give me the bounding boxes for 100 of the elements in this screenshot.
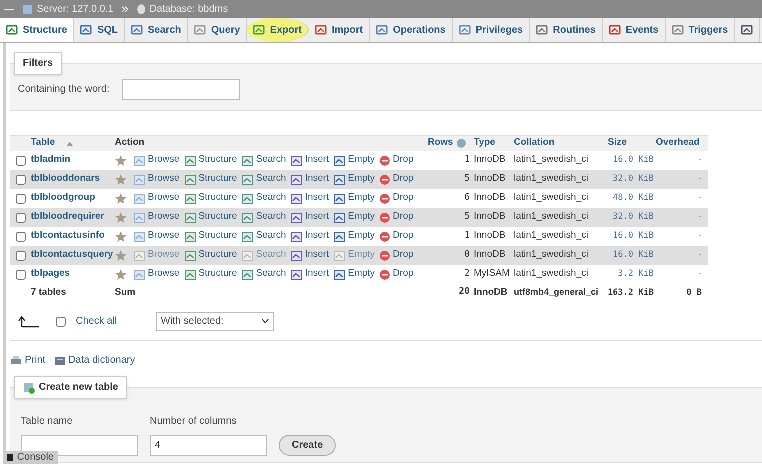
- action-link[interactable]: Structure: [184, 267, 238, 282]
- action-link[interactable]: Insert: [291, 191, 330, 206]
- action-link[interactable]: Browse: [134, 172, 180, 187]
- row-checkbox[interactable]: [16, 270, 26, 280]
- filter-input[interactable]: [122, 78, 240, 100]
- action-link[interactable]: Search: [242, 191, 286, 206]
- action-link[interactable]: Insert: [291, 210, 330, 225]
- action-link[interactable]: Drop: [380, 153, 414, 168]
- check-all-link[interactable]: Check all: [76, 316, 118, 327]
- action-link[interactable]: Empty: [334, 210, 376, 225]
- footer-link[interactable]: Print: [10, 352, 46, 368]
- row-checkbox[interactable]: [16, 156, 26, 166]
- tab[interactable]: Privileges: [452, 18, 530, 42]
- star-icon[interactable]: [115, 192, 127, 204]
- action-link[interactable]: Drop: [380, 267, 414, 282]
- action-link[interactable]: Browse: [134, 210, 180, 225]
- empty-icon: [334, 250, 346, 260]
- action-link[interactable]: Insert: [291, 172, 330, 187]
- action-link[interactable]: Structure: [184, 172, 238, 187]
- column-header[interactable]: Type: [474, 136, 514, 151]
- tab[interactable]: Triggers: [666, 18, 736, 42]
- action-link[interactable]: Insert: [291, 248, 330, 263]
- tab[interactable]: Routines: [530, 18, 603, 42]
- table-name-link[interactable]: tblcontactusinfo: [31, 230, 105, 242]
- tab[interactable]: Import: [308, 18, 370, 42]
- row-checkbox[interactable]: [16, 174, 26, 184]
- action-link[interactable]: Structure: [184, 248, 238, 263]
- table-cell-text: 1: [464, 230, 470, 243]
- action-link[interactable]: Search: [242, 153, 286, 168]
- action-link[interactable]: Search: [242, 267, 286, 282]
- search-icon: [242, 156, 254, 166]
- action-link[interactable]: Insert: [291, 229, 330, 244]
- action-link[interactable]: Insert: [291, 267, 330, 282]
- check-all-checkbox[interactable]: [56, 316, 66, 326]
- column-header[interactable]: Size: [608, 136, 656, 151]
- tab[interactable]: Query: [188, 18, 248, 42]
- star-icon[interactable]: [115, 154, 127, 166]
- action-link[interactable]: Drop: [380, 210, 414, 225]
- action-link[interactable]: Empty: [334, 229, 376, 244]
- tab[interactable]: Structure: [0, 18, 74, 42]
- row-checkbox[interactable]: [16, 212, 26, 222]
- action-link[interactable]: Drop: [380, 172, 414, 187]
- action-link[interactable]: Search: [242, 172, 286, 187]
- star-icon[interactable]: [115, 268, 127, 280]
- browse-icon: [134, 250, 145, 260]
- browse-icon: [134, 174, 145, 184]
- action-link[interactable]: Drop: [380, 248, 414, 263]
- column-header[interactable]: Collation: [514, 136, 608, 151]
- structure-icon: [184, 174, 196, 184]
- create-button[interactable]: Create: [279, 435, 336, 456]
- row-checkbox[interactable]: [16, 250, 26, 260]
- table-cell: latin1_swedish_ci: [514, 154, 588, 166]
- table-cell-text: 6: [464, 192, 470, 205]
- table-name-link[interactable]: tblpages: [31, 268, 70, 280]
- action-link[interactable]: Empty: [334, 172, 376, 187]
- console-tab[interactable]: Console: [3, 451, 58, 464]
- action-link[interactable]: Browse: [134, 267, 180, 282]
- table-name-link[interactable]: tblbloodgroup: [31, 192, 96, 204]
- row-checkbox[interactable]: [16, 232, 26, 242]
- action-link[interactable]: Insert: [291, 153, 330, 168]
- action-link[interactable]: Drop: [380, 229, 414, 244]
- star-icon[interactable]: [115, 174, 127, 186]
- table-name-link[interactable]: tblblooddonars: [31, 173, 100, 184]
- star-icon[interactable]: [115, 250, 127, 262]
- table-cell: 48.0 KiB: [613, 192, 654, 205]
- action-link[interactable]: Empty: [334, 191, 376, 206]
- tab[interactable]: Events: [602, 18, 666, 42]
- structure-icon: [184, 250, 196, 260]
- insert-icon: [291, 270, 302, 280]
- star-icon[interactable]: [115, 212, 127, 224]
- action-link[interactable]: Browse: [134, 153, 180, 168]
- columns-input[interactable]: 4: [150, 435, 267, 456]
- action-link[interactable]: Empty: [334, 153, 376, 168]
- action-link[interactable]: Structure: [184, 153, 238, 168]
- table-name-link[interactable]: tbladmin: [31, 154, 71, 166]
- tab[interactable]: Export: [247, 18, 309, 42]
- action-link[interactable]: Browse: [134, 191, 180, 206]
- table-name-link[interactable]: tblbloodrequirer: [31, 211, 104, 222]
- with-selected-dropdown[interactable]: With selected:: [156, 312, 274, 331]
- footer-link[interactable]: Data dictionary: [54, 352, 136, 368]
- action-link[interactable]: Search: [242, 229, 286, 244]
- action-link[interactable]: Search: [242, 210, 286, 225]
- column-header[interactable]: Rows: [428, 136, 454, 151]
- drop-icon: [380, 270, 390, 280]
- row-checkbox[interactable]: [16, 194, 26, 204]
- tab[interactable]: Search: [125, 18, 188, 42]
- action-link[interactable]: Browse: [134, 229, 180, 244]
- column-header[interactable]: Overhead: [656, 136, 706, 151]
- table-name-link[interactable]: tblcontactusquery: [31, 249, 114, 260]
- tab[interactable]: SQL: [74, 18, 126, 42]
- column-header[interactable]: Table: [31, 136, 56, 151]
- drop-icon: [380, 174, 390, 184]
- action-link[interactable]: Drop: [380, 191, 414, 206]
- action-link[interactable]: Structure: [184, 210, 238, 225]
- table-cell-text: 5: [464, 210, 470, 224]
- tab[interactable]: Operations: [370, 18, 453, 42]
- action-link[interactable]: Structure: [184, 191, 238, 206]
- star-icon[interactable]: [115, 230, 127, 242]
- action-link[interactable]: Empty: [334, 267, 376, 282]
- action-link[interactable]: Structure: [184, 229, 238, 244]
